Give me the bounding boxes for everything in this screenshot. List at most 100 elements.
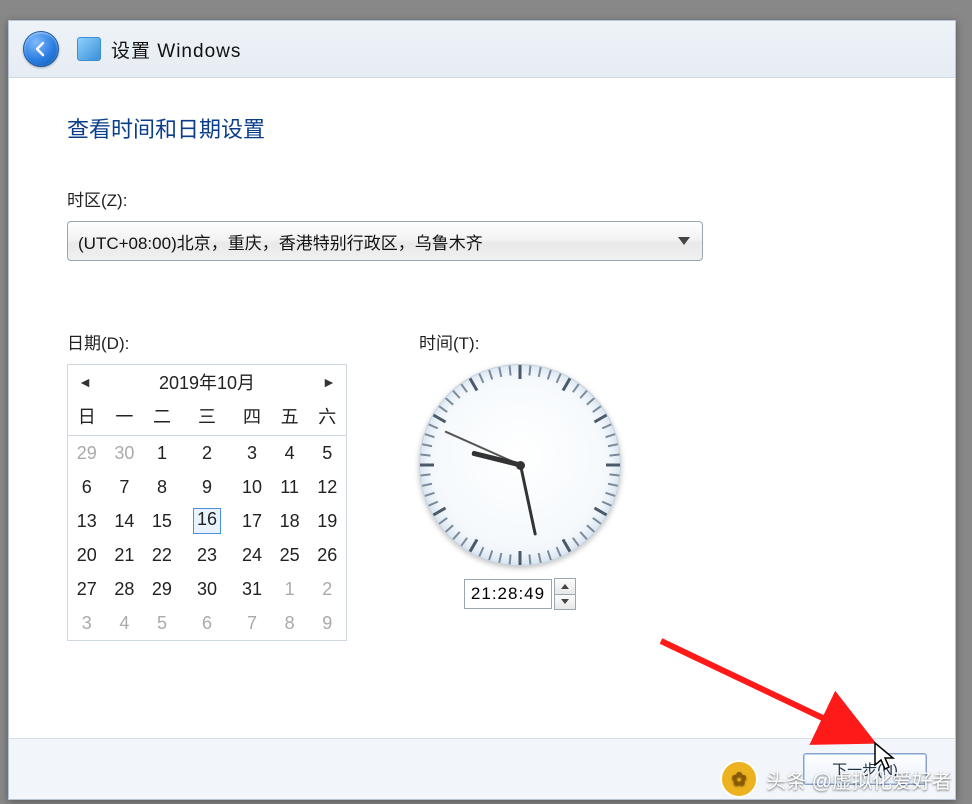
calendar-day[interactable]: 23 <box>181 538 234 572</box>
calendar-day[interactable]: 10 <box>233 470 271 504</box>
clock-tick <box>602 501 612 507</box>
clock-center <box>516 461 525 470</box>
calendar-month-label: 2019年10月 <box>159 369 255 395</box>
page-heading: 查看时间和日期设置 <box>67 112 897 144</box>
calendar-day[interactable]: 30 <box>181 572 234 606</box>
calendar-weekday: 五 <box>271 399 309 436</box>
calendar: ◄ 2019年10月 ► 日一二三四五六 2930123456789101112… <box>67 364 347 641</box>
clock-tick <box>528 554 531 564</box>
app-icon <box>77 37 101 61</box>
calendar-day[interactable]: 6 <box>68 470 106 504</box>
calendar-weekday: 四 <box>233 399 271 436</box>
calendar-day[interactable]: 4 <box>106 606 144 640</box>
time-spinner-up[interactable] <box>555 579 575 595</box>
calendar-day[interactable]: 24 <box>233 538 271 572</box>
calendar-day[interactable]: 19 <box>308 504 346 538</box>
calendar-day[interactable]: 3 <box>68 606 106 640</box>
calendar-grid: 日一二三四五六 29301234567891011121314151617181… <box>68 399 346 640</box>
window-title: 设置 Windows <box>111 36 241 63</box>
clock-tick <box>425 492 435 497</box>
calendar-day[interactable]: 17 <box>233 504 271 538</box>
clock-tick <box>478 373 484 383</box>
calendar-day[interactable]: 2 <box>308 572 346 606</box>
footer: 下一步(N) <box>9 738 955 799</box>
clock-tick <box>509 554 512 564</box>
clock-tick <box>420 473 430 476</box>
calendar-day[interactable]: 12 <box>308 470 346 504</box>
next-month-button[interactable]: ► <box>318 371 340 393</box>
calendar-day[interactable]: 14 <box>106 504 144 538</box>
calendar-day[interactable]: 28 <box>106 572 144 606</box>
prev-month-button[interactable]: ◄ <box>74 371 96 393</box>
clock-tick <box>445 397 454 405</box>
time-label: 时间(T): <box>419 329 621 354</box>
clock-tick <box>592 405 601 412</box>
calendar-day[interactable]: 1 <box>271 572 309 606</box>
clock-tick <box>428 423 438 429</box>
time-input[interactable]: 21:28:49 <box>464 579 552 609</box>
back-button[interactable] <box>23 31 59 67</box>
clock-tick <box>469 539 479 553</box>
clock-tick <box>452 531 460 540</box>
calendar-day[interactable]: 5 <box>308 436 346 471</box>
calendar-day[interactable]: 15 <box>143 504 181 538</box>
titlebar: 设置 Windows <box>9 21 955 78</box>
calendar-weekday: 二 <box>143 399 181 436</box>
clock-tick <box>592 517 601 524</box>
calendar-day[interactable]: 4 <box>271 436 309 471</box>
clock-tick <box>579 390 587 399</box>
calendar-day[interactable]: 25 <box>271 538 309 572</box>
calendar-day[interactable]: 21 <box>106 538 144 572</box>
clock-tick <box>605 433 615 438</box>
clock-tick <box>469 378 479 392</box>
clock-tick <box>605 492 615 497</box>
calendar-day[interactable]: 6 <box>181 606 234 640</box>
clock-tick <box>608 483 618 487</box>
calendar-day[interactable]: 2 <box>181 436 234 471</box>
calendar-day[interactable]: 5 <box>143 606 181 640</box>
calendar-weekday: 六 <box>308 399 346 436</box>
calendar-day[interactable]: 20 <box>68 538 106 572</box>
time-spinner-down[interactable] <box>555 595 575 610</box>
clock-tick <box>606 464 620 467</box>
calendar-day[interactable]: 8 <box>143 470 181 504</box>
clock-tick <box>422 443 432 447</box>
calendar-day[interactable]: 9 <box>308 606 346 640</box>
calendar-day[interactable]: 8 <box>271 606 309 640</box>
calendar-day[interactable]: 16 <box>181 504 234 538</box>
calendar-day[interactable]: 22 <box>143 538 181 572</box>
calendar-day[interactable]: 7 <box>106 470 144 504</box>
clock-tick <box>528 365 531 375</box>
calendar-day[interactable]: 29 <box>68 436 106 471</box>
next-button[interactable]: 下一步(N) <box>803 753 927 785</box>
calendar-day[interactable]: 3 <box>233 436 271 471</box>
clock-tick <box>498 553 502 563</box>
clock-tick <box>519 365 522 379</box>
calendar-day[interactable]: 9 <box>181 470 234 504</box>
calendar-day[interactable]: 27 <box>68 572 106 606</box>
clock-tick <box>439 517 448 524</box>
calendar-day[interactable]: 26 <box>308 538 346 572</box>
calendar-day[interactable]: 13 <box>68 504 106 538</box>
calendar-day[interactable]: 29 <box>143 572 181 606</box>
clock-tick <box>422 483 432 487</box>
calendar-day[interactable]: 18 <box>271 504 309 538</box>
clock-tick <box>586 397 595 405</box>
calendar-weekday: 日 <box>68 399 106 436</box>
calendar-day[interactable]: 30 <box>106 436 144 471</box>
calendar-day[interactable]: 11 <box>271 470 309 504</box>
calendar-day[interactable]: 7 <box>233 606 271 640</box>
clock-minute-hand <box>519 465 537 536</box>
clock-tick <box>519 551 522 565</box>
clock-tick <box>556 373 562 383</box>
clock-tick <box>547 370 552 380</box>
chevron-up-icon <box>561 584 569 589</box>
calendar-day[interactable]: 1 <box>143 436 181 471</box>
clock-tick <box>609 454 619 457</box>
clock-tick <box>478 547 484 557</box>
calendar-day[interactable]: 31 <box>233 572 271 606</box>
time-spinner <box>554 578 576 610</box>
clock-tick <box>460 537 467 546</box>
clock-tick <box>433 414 447 424</box>
timezone-select[interactable]: (UTC+08:00)北京，重庆，香港特别行政区，乌鲁木齐 <box>67 221 703 261</box>
